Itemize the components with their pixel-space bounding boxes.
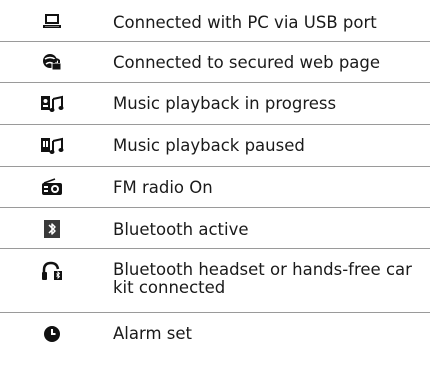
table-row: Connected to secured web page <box>0 42 430 83</box>
bt-headset-icon <box>12 249 92 312</box>
table-row: Alarm set <box>0 313 430 355</box>
fm-radio-icon <box>12 167 92 207</box>
secure-web-icon <box>12 42 92 82</box>
table-row: Bluetooth headset or hands-free car kit … <box>0 249 430 313</box>
music-paused-icon <box>12 125 92 166</box>
alarm-icon <box>12 313 92 355</box>
table-row: Bluetooth active <box>0 208 430 249</box>
row-label: Bluetooth active <box>113 220 249 239</box>
table-row: Music playback in progress <box>0 83 430 125</box>
row-label: Connected with PC via USB port <box>113 13 377 32</box>
table-row: Music playback paused <box>0 125 430 167</box>
row-label: Connected to secured web page <box>113 53 381 72</box>
music-playing-icon <box>12 83 92 124</box>
table-row: Connected with PC via USB port <box>0 0 430 42</box>
row-label: Alarm set <box>113 324 193 343</box>
pc-usb-icon <box>12 0 92 41</box>
status-icon-table: Connected with PC via USB port Connected… <box>0 0 430 355</box>
row-label: Music playback in progress <box>113 94 337 113</box>
row-label: Bluetooth headset or hands-free car kit … <box>113 260 412 297</box>
table-row: FM radio On <box>0 167 430 208</box>
row-label: FM radio On <box>113 178 213 197</box>
row-label: Music playback paused <box>113 136 305 155</box>
bluetooth-icon <box>12 208 92 248</box>
